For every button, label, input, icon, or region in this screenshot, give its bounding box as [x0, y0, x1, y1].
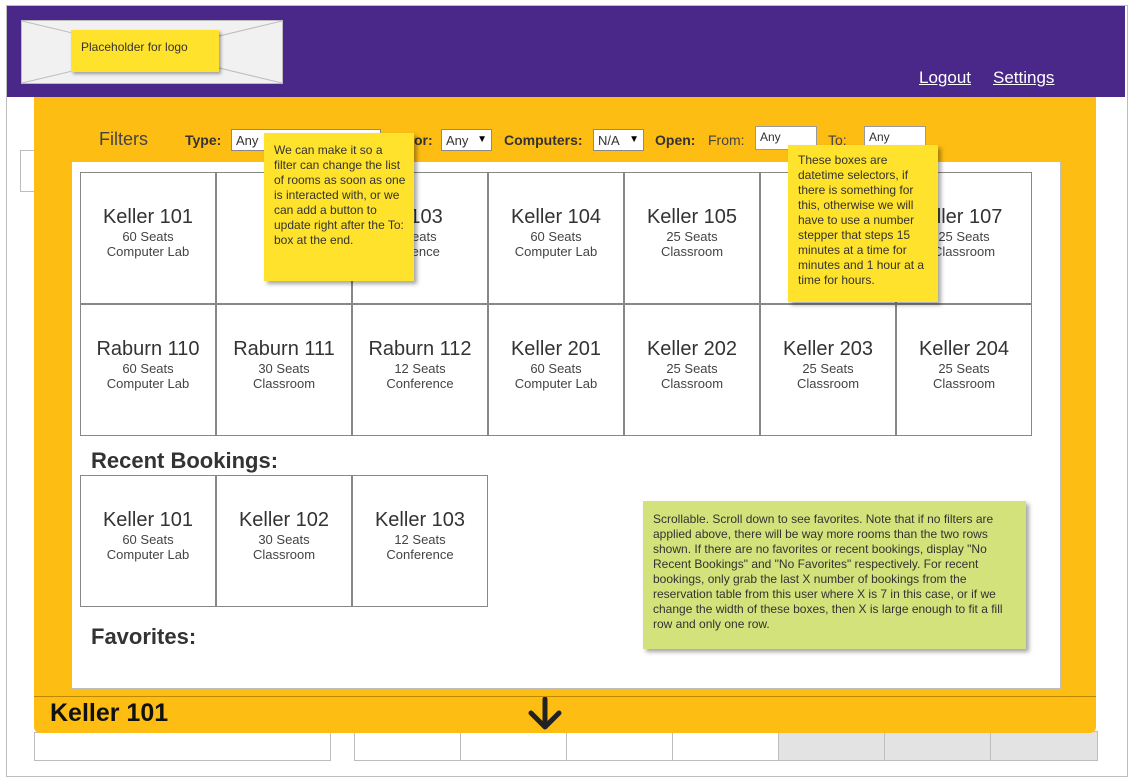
background-cell [566, 731, 674, 761]
room-seats: 30 Seats [258, 361, 310, 376]
logo-note: Placeholder for logo [71, 30, 219, 72]
background-panel [34, 732, 331, 761]
room-name: Raburn 112 [368, 338, 472, 360]
dropdown-arrow-icon: ▼ [477, 134, 487, 145]
room-name: Keller 104 [510, 206, 602, 228]
favorites-title: Favorites: [91, 624, 197, 649]
room-type: Computer Lab [514, 244, 598, 259]
floor-select[interactable]: Any ▼ [441, 129, 492, 151]
room-type: Computer Lab [106, 376, 190, 391]
computers-select[interactable]: N/A ▼ [593, 129, 644, 151]
room-card[interactable]: Raburn 110 60 Seats Computer Lab [80, 304, 216, 436]
recent-bookings-title: Recent Bookings: [91, 448, 279, 473]
room-card[interactable]: Keller 204 25 Seats Classroom [896, 304, 1032, 436]
room-name: Keller 202 [646, 338, 738, 360]
room-name: Raburn 111 [233, 338, 335, 360]
room-type: Classroom [796, 376, 860, 391]
background-cell [778, 731, 886, 761]
room-seats: 60 Seats [122, 361, 174, 376]
computers-label: Computers: [504, 132, 583, 148]
room-name: Raburn 110 [96, 338, 200, 360]
room-seats: 60 Seats [530, 361, 582, 376]
background-cell [672, 731, 780, 761]
room-seats: 12 Seats [394, 361, 446, 376]
room-type: Computer Lab [514, 376, 598, 391]
modal-footer [34, 696, 1096, 734]
room-type: Computer Lab [106, 244, 190, 259]
room-type: Computer Lab [106, 547, 190, 562]
room-seats: 12 Seats [394, 532, 446, 547]
room-card[interactable]: Keller 201 60 Seats Computer Lab [488, 304, 624, 436]
selected-room-title: Keller 101 [50, 699, 169, 727]
floor-value: Any [446, 133, 469, 148]
room-type: Conference [386, 376, 454, 391]
background-cell [990, 731, 1098, 761]
background-cell [884, 731, 992, 761]
room-name: Keller 204 [918, 338, 1010, 360]
open-label: Open: [655, 132, 696, 148]
background-cell [354, 731, 462, 761]
logout-link[interactable]: Logout [919, 68, 971, 88]
room-card[interactable]: Keller 203 25 Seats Classroom [760, 304, 896, 436]
computers-value: N/A [598, 133, 620, 148]
room-card[interactable]: Keller 101 60 Seats Computer Lab [80, 172, 216, 304]
room-card[interactable]: Keller 105 25 Seats Classroom [624, 172, 760, 304]
type-label: Type: [185, 132, 222, 148]
room-type: Classroom [660, 376, 724, 391]
down-arrow-icon[interactable] [527, 696, 563, 736]
room-seats: 60 Seats [530, 229, 582, 244]
room-name: Keller 201 [510, 338, 602, 360]
filters-title: Filters [99, 129, 148, 149]
room-seats: 25 Seats [666, 229, 718, 244]
room-type: Classroom [660, 244, 724, 259]
from-label: From: [708, 132, 745, 148]
scrollable-note: Scrollable. Scroll down to see favorites… [643, 501, 1026, 649]
settings-link[interactable]: Settings [993, 68, 1054, 88]
room-card[interactable]: Keller 202 25 Seats Classroom [624, 304, 760, 436]
room-card[interactable]: Keller 103 12 Seats Conference [352, 475, 488, 607]
datetime-selector-note: These boxes are datetime selectors, if t… [788, 145, 938, 302]
room-name: Keller 203 [782, 338, 874, 360]
room-card[interactable]: Raburn 111 30 Seats Classroom [216, 304, 352, 436]
room-card[interactable]: Keller 104 60 Seats Computer Lab [488, 172, 624, 304]
room-type: Conference [386, 547, 454, 562]
room-card[interactable]: Keller 102 30 Seats Classroom [216, 475, 352, 607]
room-name: Keller 102 [238, 509, 330, 531]
room-name: Keller 101 [102, 206, 194, 228]
room-name: Keller 105 [646, 206, 738, 228]
room-type: Classroom [252, 376, 316, 391]
room-card[interactable]: Raburn 112 12 Seats Conference [352, 304, 488, 436]
room-seats: 25 Seats [666, 361, 718, 376]
dropdown-arrow-icon: ▼ [629, 134, 639, 145]
room-name: Keller 101 [102, 509, 194, 531]
filter-behavior-note: We can make it so a filter can change th… [264, 133, 414, 281]
room-seats: 60 Seats [122, 229, 174, 244]
room-card[interactable]: Keller 101 60 Seats Computer Lab [80, 475, 216, 607]
floor-label: or: [414, 132, 433, 148]
room-type: Classroom [932, 376, 996, 391]
room-seats: 30 Seats [258, 532, 310, 547]
room-type: Classroom [252, 547, 316, 562]
room-seats: 25 Seats [802, 361, 854, 376]
room-seats: 25 Seats [938, 361, 990, 376]
type-value: Any [236, 133, 259, 148]
room-name: Keller 103 [374, 509, 466, 531]
room-seats: 60 Seats [122, 532, 174, 547]
